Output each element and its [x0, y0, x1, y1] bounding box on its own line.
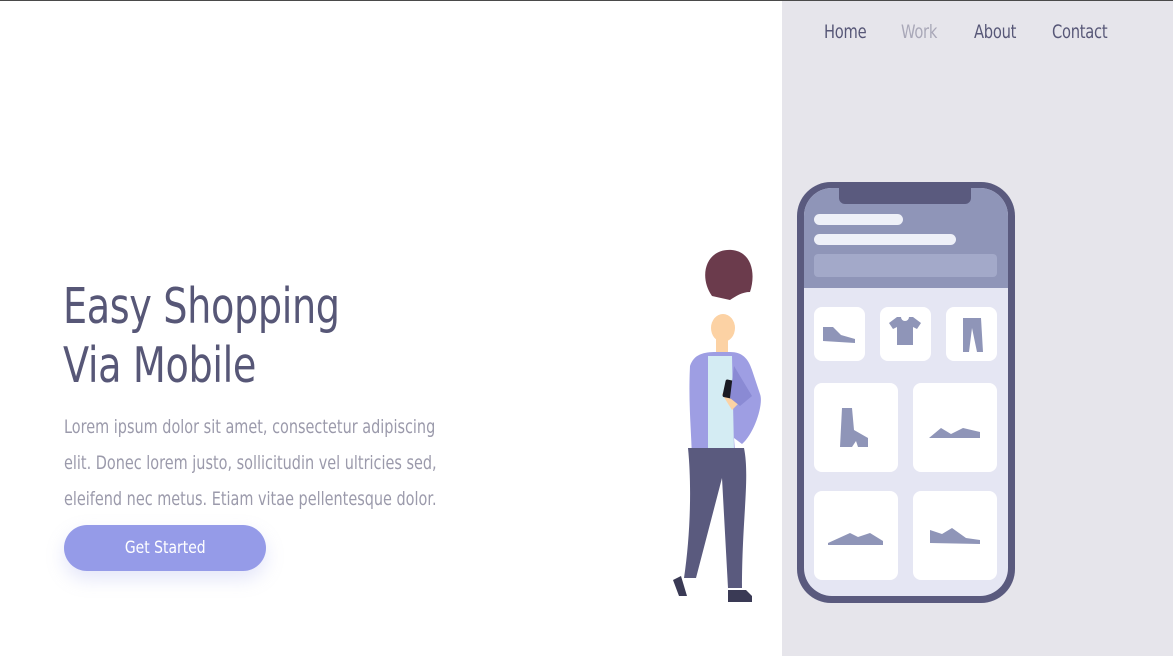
hero-title-line2: Via Mobile	[63, 337, 256, 394]
hero-title: Easy Shopping Via Mobile	[63, 277, 340, 395]
get-started-button[interactable]: Get Started	[64, 525, 266, 571]
hero-title-line1: Easy Shopping	[63, 278, 340, 335]
get-started-label: Get Started	[124, 538, 206, 558]
nav-about[interactable]: About	[974, 21, 1016, 43]
nav-work[interactable]: Work	[901, 21, 937, 43]
woman-illustration	[673, 249, 761, 602]
nav-home[interactable]: Home	[824, 21, 867, 43]
nav-contact[interactable]: Contact	[1052, 21, 1108, 43]
hero-description: Lorem ipsum dolor sit amet, consectetur …	[64, 416, 437, 510]
phone-illustration	[797, 182, 1015, 603]
shopping-illustration	[673, 182, 1015, 603]
